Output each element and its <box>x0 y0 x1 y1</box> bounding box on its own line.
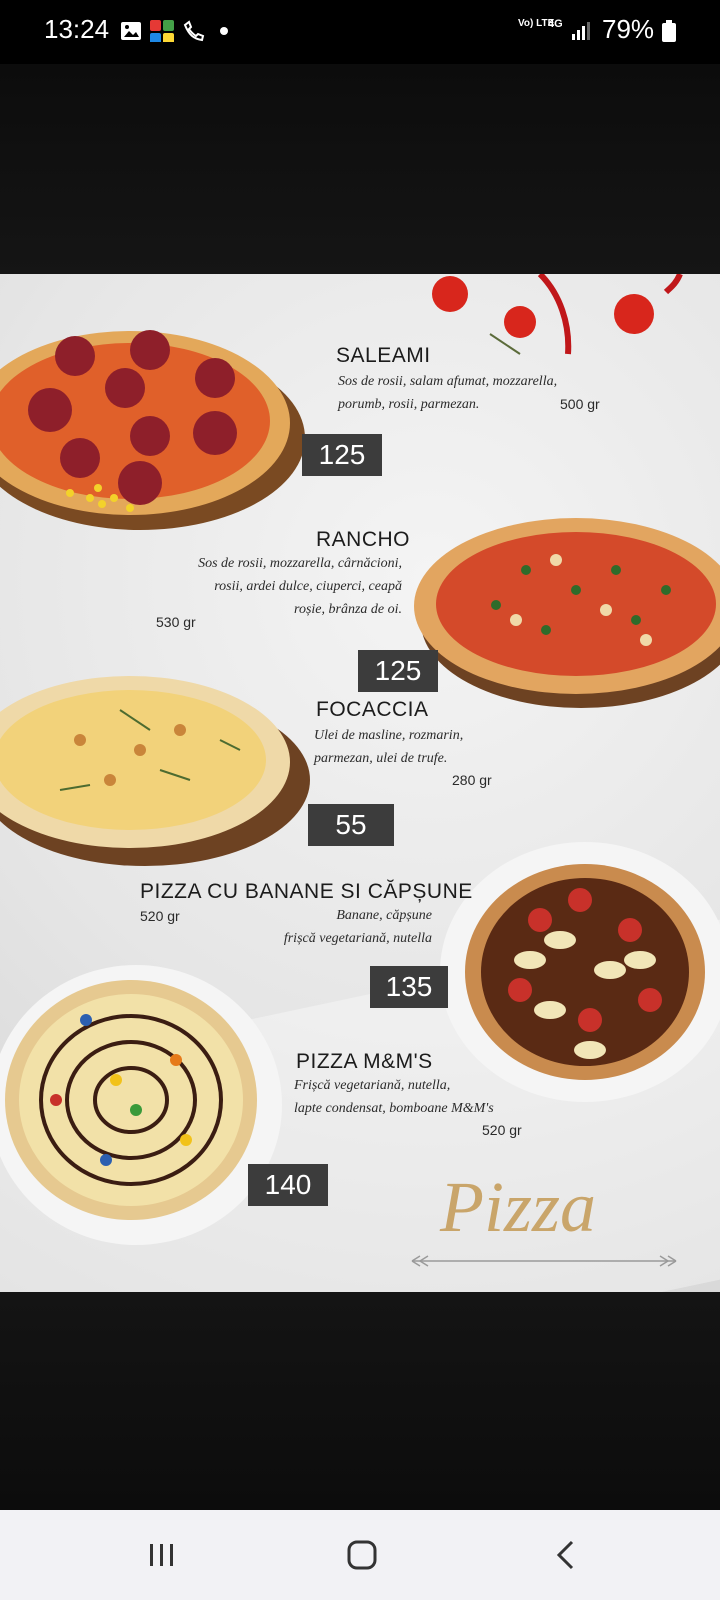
item-weight: 280 gr <box>452 772 492 788</box>
description-line: parmezan, ulei de trufe. <box>314 751 448 766</box>
system-navigation-bar <box>0 1510 720 1600</box>
item-title: PIZZA CU BANANE SI CĂPȘUNE <box>140 880 473 903</box>
back-icon <box>556 1540 574 1570</box>
description-line: porumb, rosii, parmezan. <box>338 397 480 412</box>
price-tag: 125 <box>302 434 382 476</box>
clock: 13:24 <box>44 14 110 44</box>
description-line: Sos de rosii, mozzarella, cârnăcioni, <box>198 556 402 571</box>
battery-percent: 79% <box>602 14 655 44</box>
description-line: Banane, căpșune <box>336 908 432 923</box>
status-bar: 13:24 Vo) LTE 4G 79% <box>0 0 720 64</box>
item-description: Frișcă vegetariană, nutella, lapte conde… <box>294 1074 494 1120</box>
recent-apps-icon <box>150 1544 173 1566</box>
price-tag: 55 <box>308 804 394 846</box>
item-title: RANCHO <box>316 528 411 551</box>
description-line: frișcă vegetariană, nutella <box>283 931 432 946</box>
app-grid-icon <box>150 20 174 42</box>
pizza-menu-image[interactable]: SALEAMI Sos de rosii, salam afumat, mozz… <box>0 274 720 1292</box>
item-description: Ulei de masline, rozmarin, parmezan, ule… <box>314 724 463 770</box>
battery-icon <box>662 20 676 42</box>
description-line: Ulei de masline, rozmarin, <box>314 728 464 743</box>
pizza-rancho-image <box>414 518 720 708</box>
pizza-saleami-image <box>0 330 305 530</box>
missed-call-icon <box>183 20 205 42</box>
item-description: Sos de rosii, mozzarella, cârnăcioni, ro… <box>156 552 402 621</box>
home-icon <box>347 1540 377 1570</box>
image-viewer-top-area <box>0 64 720 274</box>
home-button[interactable] <box>342 1538 382 1572</box>
item-weight: 520 gr <box>482 1122 522 1138</box>
image-viewer-bottom-area <box>0 1292 720 1510</box>
description-line: Sos de rosii, salam afumat, mozzarella, <box>338 374 558 389</box>
network-type: 4G <box>548 18 563 30</box>
item-title: PIZZA M&M'S <box>296 1050 433 1073</box>
description-line: Frișcă vegetariană, nutella, <box>294 1078 451 1093</box>
pizza-script-heading: Pizza <box>440 1167 597 1247</box>
item-weight: 520 gr <box>140 908 180 924</box>
item-description: Sos de rosii, salam afumat, mozzarella, … <box>338 370 557 416</box>
signal-icon <box>572 22 590 40</box>
back-button[interactable] <box>546 1538 586 1572</box>
recent-apps-button[interactable] <box>142 1538 182 1572</box>
price-tag: 140 <box>248 1164 328 1206</box>
item-title: FOCACCIA <box>316 698 429 721</box>
item-description: Banane, căpșune frișcă vegetariană, nute… <box>254 904 432 950</box>
description-line: rosii, ardei dulce, ciuperci, ceapă <box>214 579 402 594</box>
item-weight: 500 gr <box>560 396 600 412</box>
pizza-mms-image <box>0 965 282 1245</box>
pizza-banana-strawberry-image <box>440 842 720 1102</box>
pizza-focaccia-image <box>0 676 310 866</box>
description-line: lapte condensat, bomboane M&M's <box>294 1101 494 1116</box>
item-weight: 530 gr <box>156 614 196 630</box>
tomatoes-decoration <box>432 274 683 355</box>
image-icon <box>121 22 141 40</box>
price-tag: 135 <box>370 966 448 1008</box>
decorative-arrow-line <box>411 1255 677 1267</box>
dot-icon <box>220 27 228 35</box>
price-tag: 125 <box>358 650 438 692</box>
item-title: SALEAMI <box>336 344 431 367</box>
